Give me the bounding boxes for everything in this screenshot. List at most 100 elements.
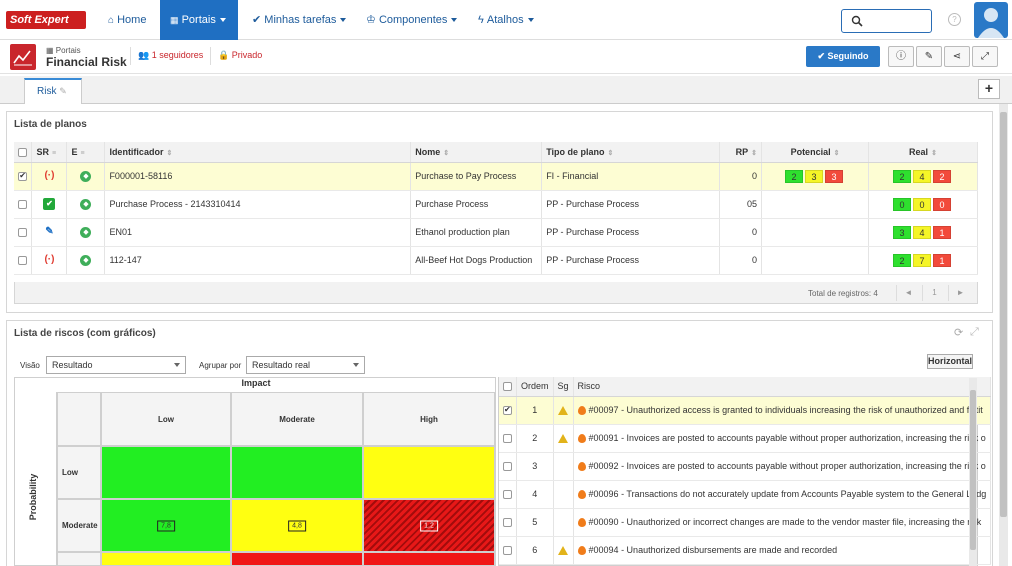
softexpert-logo[interactable]: Soft Expert xyxy=(6,11,86,29)
col-tipo-plano[interactable]: Tipo de plano ⇕ xyxy=(541,142,721,163)
info-button[interactable]: ⓘ xyxy=(888,46,914,67)
list-item[interactable]: 2 #00091 - Invoices are posted to accoun… xyxy=(499,424,992,453)
add-tab-button[interactable]: + xyxy=(978,79,1000,99)
cell-risco[interactable]: #00090 - Unauthorized or incorrect chang… xyxy=(573,508,992,537)
plan-status-icon: ◆ xyxy=(80,227,92,238)
matrix-cell-high-high[interactable] xyxy=(363,552,495,565)
pencil-icon[interactable]: ✎ xyxy=(59,86,67,96)
col-potencial[interactable]: Potencial ⇕ xyxy=(761,142,869,163)
row-checkbox[interactable] xyxy=(499,396,517,425)
avatar[interactable] xyxy=(974,2,1008,38)
help-icon[interactable]: ? xyxy=(948,13,961,26)
nav-atalhos[interactable]: ϟ Atalhos xyxy=(468,0,544,40)
risks-panel-title: Lista de riscos (com gráficos) xyxy=(14,328,156,339)
risk-icon xyxy=(577,546,586,556)
list-item[interactable]: 1 #00097 - Unauthorized access is grante… xyxy=(499,396,992,425)
plans-panel-title: Lista de planos xyxy=(14,119,87,130)
cell-real: 271 xyxy=(868,246,979,275)
plus-icon: + xyxy=(984,80,994,96)
nav-home[interactable]: ⌂ Home xyxy=(98,0,156,40)
nav-portais[interactable]: ▦ Portais xyxy=(160,0,238,40)
risks-scrollbar[interactable] xyxy=(969,378,977,566)
cell-risco[interactable]: #00097 - Unauthorized access is granted … xyxy=(573,396,992,425)
cell-risco[interactable]: #00091 - Invoices are posted to accounts… xyxy=(573,424,992,453)
prob-row-moderate: Moderate xyxy=(57,499,101,552)
nav-componentes[interactable]: ♔ Componentes xyxy=(356,0,467,40)
col-identificador[interactable]: Identificador ⇕ xyxy=(104,142,412,163)
expand-icon[interactable]: ⤢ xyxy=(970,326,979,339)
list-item[interactable]: 3 #00092 - Invoices are posted to accoun… xyxy=(499,452,992,481)
col-real[interactable]: Real ⇕ xyxy=(868,142,979,163)
risk-icon xyxy=(577,406,586,416)
cell-identificador[interactable]: Purchase Process - 2143310414 xyxy=(104,190,412,219)
matrix-cell-low-high[interactable] xyxy=(363,446,495,499)
row-checkbox[interactable] xyxy=(14,218,33,247)
row-checkbox[interactable] xyxy=(499,424,517,453)
privacy-status: 🔒 Privado xyxy=(218,50,263,60)
cell-risco[interactable]: #00096 - Transactions do not accurately … xyxy=(573,480,992,509)
matrix-cell-moderate-low[interactable]: 7,8 xyxy=(101,499,231,552)
cell-tipo: PP - Purchase Process xyxy=(541,246,721,275)
horizontal-button[interactable]: Horizontal xyxy=(927,354,973,369)
page-scrollbar[interactable] xyxy=(999,104,1008,566)
row-checkbox[interactable] xyxy=(14,190,33,219)
page-number[interactable]: 1 xyxy=(922,285,946,301)
select-all-checkbox[interactable] xyxy=(499,377,517,397)
cell-identificador[interactable]: F000001-58116 xyxy=(104,162,412,191)
risk-icon xyxy=(577,462,586,472)
cell-identificador[interactable]: EN01 xyxy=(104,218,412,247)
tab-risk[interactable]: Risk ✎ xyxy=(24,78,82,104)
col-e[interactable]: E ≡ xyxy=(66,142,106,163)
visao-select[interactable]: Resultado xyxy=(46,356,186,374)
list-item[interactable]: 5 #00090 - Unauthorized or incorrect cha… xyxy=(499,508,992,537)
real-badge: 4 xyxy=(912,169,931,183)
cell-identificador[interactable]: 112-147 xyxy=(104,246,412,275)
col-sr[interactable]: SR ≡ xyxy=(31,142,68,163)
next-page-button[interactable]: ► xyxy=(948,285,972,301)
matrix-cell-low-low[interactable] xyxy=(101,446,231,499)
agrupar-select[interactable]: Resultado real xyxy=(246,356,365,374)
row-checkbox[interactable] xyxy=(499,536,517,565)
cell-risco[interactable]: #00092 - Invoices are posted to accounts… xyxy=(573,452,992,481)
row-checkbox[interactable] xyxy=(14,246,33,275)
cell-risco[interactable]: #00094 - Unauthorized disbursements are … xyxy=(573,536,992,565)
matrix-cell-moderate-moderate[interactable]: 4,8 xyxy=(231,499,363,552)
cell-real: 000 xyxy=(868,190,979,219)
select-all-checkbox[interactable] xyxy=(14,142,33,163)
table-row[interactable]: (·) ◆ 112-147 All-Beef Hot Dogs Producti… xyxy=(14,246,979,275)
table-row[interactable]: ✎ ◆ EN01 Ethanol production plan PP - Pu… xyxy=(14,218,979,247)
row-checkbox[interactable] xyxy=(499,508,517,537)
col-rp[interactable]: RP ⇕ xyxy=(719,142,763,163)
cell-ordem: 1 xyxy=(516,396,554,425)
risk-icon xyxy=(577,434,586,444)
matrix-cell-moderate-high[interactable]: 1,2 xyxy=(363,499,495,552)
row-checkbox[interactable] xyxy=(14,162,33,191)
matrix-cell-low-moderate[interactable] xyxy=(231,446,363,499)
matrix-cell-high-moderate[interactable] xyxy=(231,552,363,565)
table-row[interactable]: (·) ◆ F000001-58116 Purchase to Pay Proc… xyxy=(14,162,979,191)
fullscreen-button[interactable]: ⤢ xyxy=(972,46,998,67)
refresh-icon[interactable]: ⟳ xyxy=(954,326,963,339)
col-risco[interactable]: Risco xyxy=(573,377,992,397)
share-button[interactable]: ⋖ xyxy=(944,46,970,67)
col-sg[interactable]: Sg xyxy=(553,377,574,397)
nav-minhas-tarefas[interactable]: ✔ Minhas tarefas xyxy=(242,0,356,40)
col-nome[interactable]: Nome ⇕ xyxy=(410,142,543,163)
row-checkbox[interactable] xyxy=(499,480,517,509)
status-error-icon: (·) xyxy=(44,254,55,265)
matrix-cell-high-low[interactable] xyxy=(101,552,231,565)
edit-button[interactable]: ✎ xyxy=(916,46,942,67)
row-checkbox[interactable] xyxy=(499,452,517,481)
portal-breadcrumb[interactable]: ▦ Portais xyxy=(46,46,81,55)
followers-link[interactable]: 👥 1 seguidores xyxy=(138,50,203,61)
list-item[interactable]: 6 #00094 - Unauthorized disbursements ar… xyxy=(499,536,992,565)
search-input[interactable] xyxy=(841,9,932,33)
cell-nome: All-Beef Hot Dogs Production xyxy=(410,246,543,275)
col-ordem[interactable]: Ordem xyxy=(516,377,554,397)
following-button[interactable]: ✔ Seguindo xyxy=(806,46,880,67)
prev-page-button[interactable]: ◄ xyxy=(896,285,920,301)
plan-status-icon: ◆ xyxy=(80,199,92,210)
divider xyxy=(130,47,131,65)
list-item[interactable]: 4 #00096 - Transactions do not accuratel… xyxy=(499,480,992,509)
table-row[interactable]: ✔ ◆ Purchase Process - 2143310414 Purcha… xyxy=(14,190,979,219)
